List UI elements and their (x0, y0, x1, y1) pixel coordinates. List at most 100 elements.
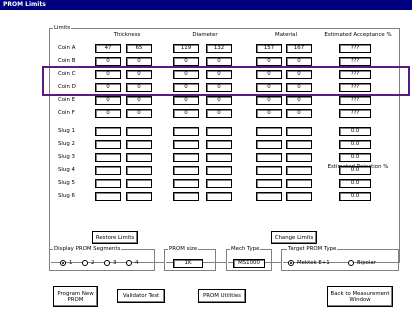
prom-size-field[interactable]: 1K (173, 259, 203, 268)
slug-d2-field[interactable] (206, 166, 232, 175)
coin-label: Coin A (58, 45, 76, 51)
slug-t2-field[interactable] (126, 179, 152, 188)
coin-t1-field[interactable]: 47 (95, 44, 121, 53)
slug-t1-field[interactable] (95, 166, 121, 175)
slug-m1-field[interactable] (256, 140, 282, 149)
coin-d1-field[interactable]: 0 (173, 109, 199, 118)
coin-acceptance-field[interactable]: ??? (339, 57, 371, 66)
slug-m2-field[interactable] (286, 127, 312, 136)
coin-d2-field[interactable]: 132 (206, 44, 232, 53)
coin-t1-field[interactable]: 0 (95, 96, 121, 105)
coin-d1-field[interactable]: 0 (173, 57, 199, 66)
coin-d1-field[interactable]: 119 (173, 44, 199, 53)
slug-rejection-field[interactable]: 0.0 (339, 153, 371, 162)
slug-d2-field[interactable] (206, 127, 232, 136)
segment-radio-label: 1 (69, 260, 73, 266)
coin-t2-field[interactable]: 0 (126, 109, 152, 118)
window-title: PROM Limits (0, 0, 412, 10)
slug-d1-field[interactable] (173, 127, 199, 136)
coin-t2-field[interactable]: 0 (126, 57, 152, 66)
slug-t2-field[interactable] (126, 192, 152, 201)
prom-utilities-button[interactable]: PROM Utilities (198, 289, 246, 303)
program-new-prom-button[interactable]: Program New PROM (53, 286, 98, 307)
back-to-measurement-button[interactable]: Back to Measurement Window (327, 286, 393, 307)
coin-t1-field[interactable]: 0 (95, 109, 121, 118)
segment-radio-4[interactable] (126, 260, 132, 266)
change-limits-button[interactable]: Change Limits (271, 231, 317, 244)
slug-label: Slug 3 (58, 154, 75, 160)
coin-m1-field[interactable]: 0 (256, 109, 282, 118)
coin-m1-field[interactable]: 0 (256, 57, 282, 66)
coin-acceptance-field[interactable]: ??? (339, 109, 371, 118)
slug-d1-field[interactable] (173, 153, 199, 162)
coin-acceptance-field[interactable]: ??? (339, 96, 371, 105)
slug-t1-field[interactable] (95, 140, 121, 149)
slug-t2-field[interactable] (126, 166, 152, 175)
slug-rejection-field[interactable]: 0.0 (339, 179, 371, 188)
mech-type-field[interactable]: MS1000 (233, 259, 265, 268)
slug-t1-field[interactable] (95, 153, 121, 162)
slug-d2-field[interactable] (206, 192, 232, 201)
slug-d1-field[interactable] (173, 140, 199, 149)
slug-m1-field[interactable] (256, 179, 282, 188)
coin-m1-field[interactable]: 0 (256, 96, 282, 105)
acceptance-header: Estimated Acceptance % (324, 32, 392, 38)
slug-m1-field[interactable] (256, 192, 282, 201)
coin-acceptance-field[interactable]: ??? (339, 44, 371, 53)
coin-t1-field[interactable]: 0 (95, 57, 121, 66)
slug-label: Slug 1 (58, 128, 75, 134)
coin-label: Coin B (58, 58, 76, 64)
restore-limits-button[interactable]: Restore Limits (92, 231, 138, 244)
mech-type-legend: Mech Type (230, 246, 261, 252)
segment-radio-3[interactable] (104, 260, 110, 266)
slug-m2-field[interactable] (286, 166, 312, 175)
coin-m1-field[interactable]: 157 (256, 44, 282, 53)
slug-d2-field[interactable] (206, 153, 232, 162)
validator-test-button[interactable]: Validator Test (117, 289, 165, 303)
slug-t1-field[interactable] (95, 179, 121, 188)
target-type-radio[interactable] (348, 260, 354, 266)
coin-d1-field[interactable]: 0 (173, 96, 199, 105)
slug-t1-field[interactable] (95, 192, 121, 201)
slug-label: Slug 6 (58, 193, 75, 199)
slug-m1-field[interactable] (256, 127, 282, 136)
coin-m2-field[interactable]: 0 (286, 57, 312, 66)
coin-m2-field[interactable]: 0 (286, 109, 312, 118)
slug-d2-field[interactable] (206, 179, 232, 188)
diameter-header: Diameter (192, 32, 218, 38)
segment-radio-label: 4 (135, 260, 139, 266)
coin-t2-field[interactable]: 0 (126, 96, 152, 105)
coin-d2-field[interactable]: 0 (206, 109, 232, 118)
slug-d1-field[interactable] (173, 179, 199, 188)
slug-rejection-field[interactable]: 0.0 (339, 127, 371, 136)
slug-t2-field[interactable] (126, 127, 152, 136)
slug-m1-field[interactable] (256, 153, 282, 162)
slug-t2-field[interactable] (126, 140, 152, 149)
slug-rejection-field[interactable]: 0.0 (339, 192, 371, 201)
segment-radio-1[interactable] (60, 260, 66, 266)
segment-radio-2[interactable] (82, 260, 88, 266)
slug-label: Slug 4 (58, 167, 75, 173)
coin-m2-field[interactable]: 0 (286, 96, 312, 105)
slug-rejection-field[interactable]: 0.0 (339, 166, 371, 175)
slug-d1-field[interactable] (173, 192, 199, 201)
selection-highlight (42, 66, 410, 96)
slug-d2-field[interactable] (206, 140, 232, 149)
slug-m2-field[interactable] (286, 179, 312, 188)
slug-m1-field[interactable] (256, 166, 282, 175)
slug-m2-field[interactable] (286, 192, 312, 201)
slug-m2-field[interactable] (286, 153, 312, 162)
slug-t2-field[interactable] (126, 153, 152, 162)
prom-size-legend: PROM size (168, 246, 199, 252)
coin-t2-field[interactable]: 65 (126, 44, 152, 53)
target-type-legend: Target PROM Type (287, 246, 338, 252)
slug-rejection-field[interactable]: 0.0 (339, 140, 371, 149)
coin-d2-field[interactable]: 0 (206, 57, 232, 66)
coin-d2-field[interactable]: 0 (206, 96, 232, 105)
slug-d1-field[interactable] (173, 166, 199, 175)
slug-m2-field[interactable] (286, 140, 312, 149)
target-type-radio[interactable] (288, 260, 294, 266)
slug-t1-field[interactable] (95, 127, 121, 136)
target-type-radio-label: Mektek E+1 (297, 260, 330, 266)
coin-m2-field[interactable]: 167 (286, 44, 312, 53)
